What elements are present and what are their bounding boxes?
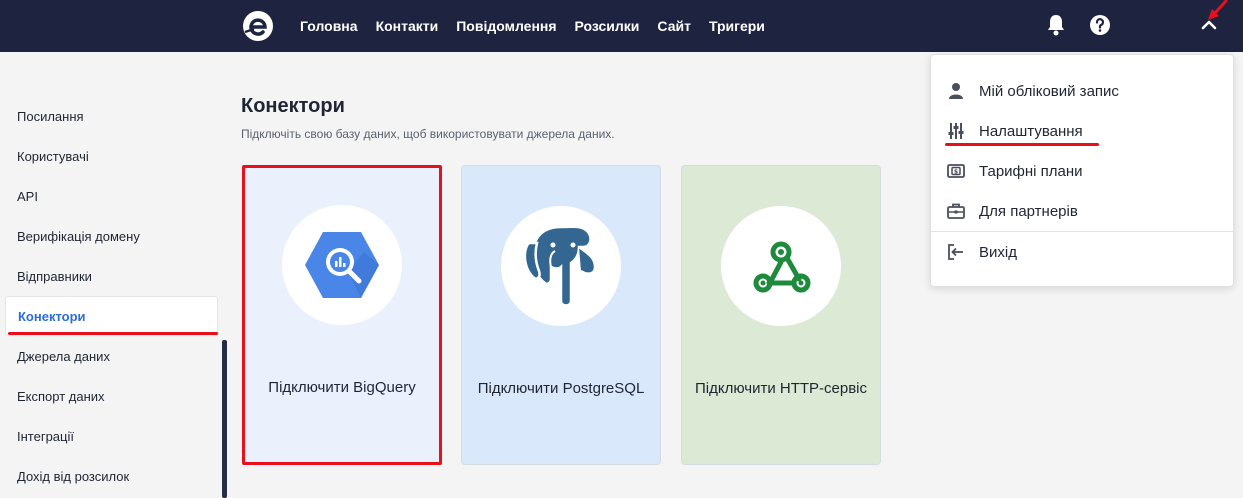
nav-contacts[interactable]: Контакти	[376, 18, 439, 34]
menu-item-label: Вихід	[979, 243, 1017, 261]
help-icon[interactable]	[1090, 15, 1110, 35]
main-nav: Головна Контакти Повідомлення Розсилки С…	[300, 0, 783, 52]
connector-card-http-service[interactable]: Підключити HTTP-сервіс	[681, 165, 881, 465]
webhook-icon	[753, 241, 811, 293]
logo-icon[interactable]	[242, 10, 274, 42]
card-icon-circle	[282, 205, 402, 325]
menu-item-partners[interactable]: Для партнерів	[931, 191, 1233, 231]
account-dropdown-menu: Мій обліковий запис Налаштування $ Тариф…	[930, 54, 1234, 287]
sidebar-item-links[interactable]: Посилання	[0, 96, 230, 136]
sidebar-item-api[interactable]: API	[0, 176, 230, 216]
top-navigation-bar: Головна Контакти Повідомлення Розсилки С…	[0, 0, 1243, 52]
menu-item-logout[interactable]: Вихід	[931, 232, 1233, 272]
sliders-icon	[948, 123, 964, 139]
sidebar-item-integrations[interactable]: Інтеграції	[0, 416, 230, 456]
user-icon	[949, 83, 963, 99]
annotation-underline	[8, 332, 218, 335]
menu-item-pricing-plans[interactable]: $ Тарифні плани	[931, 151, 1233, 191]
nav-site[interactable]: Сайт	[657, 18, 691, 34]
bigquery-icon	[305, 232, 379, 298]
sidebar-scrollbar[interactable]	[222, 340, 227, 498]
connector-card-bigquery[interactable]: Підключити BigQuery	[242, 165, 442, 465]
nav-messages[interactable]: Повідомлення	[456, 18, 556, 34]
postgresql-icon	[523, 225, 597, 307]
page-subtitle: Підключіть свою базу даних, щоб використ…	[241, 127, 615, 141]
annotation-arrow-icon	[1208, 0, 1228, 20]
connector-card-postgresql[interactable]: Підключити PostgreSQL	[461, 165, 661, 465]
page-title: Конектори	[241, 95, 345, 117]
sidebar-item-users[interactable]: Користувачі	[0, 136, 230, 176]
menu-item-label: Налаштування	[979, 122, 1083, 140]
sidebar-item-senders[interactable]: Відправники	[0, 256, 230, 296]
sidebar-item-connectors[interactable]: Конектори	[5, 296, 218, 336]
svg-text:$: $	[954, 169, 958, 176]
sidebar-item-campaign-revenue[interactable]: Дохід від розсилок	[0, 456, 230, 496]
nav-campaigns[interactable]: Розсилки	[575, 18, 640, 34]
pricing-icon: $	[947, 164, 965, 178]
card-label: Підключити HTTP-сервіс	[694, 380, 868, 397]
menu-item-label: Для партнерів	[979, 202, 1078, 220]
menu-item-label: Тарифні плани	[979, 162, 1083, 180]
menu-item-my-account[interactable]: Мій обліковий запис	[931, 71, 1233, 111]
logout-icon	[948, 244, 963, 260]
card-icon-circle	[721, 206, 841, 326]
card-label: Підключити PostgreSQL	[477, 380, 645, 397]
briefcase-icon	[947, 203, 965, 219]
sidebar-item-domain-verification[interactable]: Верифікація домену	[0, 216, 230, 256]
menu-item-label: Мій обліковий запис	[979, 82, 1119, 100]
card-label: Підключити BigQuery	[268, 379, 416, 396]
annotation-underline	[945, 143, 1099, 146]
nav-home[interactable]: Головна	[300, 18, 358, 34]
settings-sidebar: Посилання Користувачі API Верифікація до…	[0, 96, 230, 496]
nav-triggers[interactable]: Тригери	[709, 18, 765, 34]
sidebar-item-data-sources[interactable]: Джерела даних	[0, 336, 230, 376]
card-icon-circle	[501, 206, 621, 326]
sidebar-item-data-export[interactable]: Експорт даних	[0, 376, 230, 416]
bell-icon[interactable]	[1046, 14, 1066, 36]
